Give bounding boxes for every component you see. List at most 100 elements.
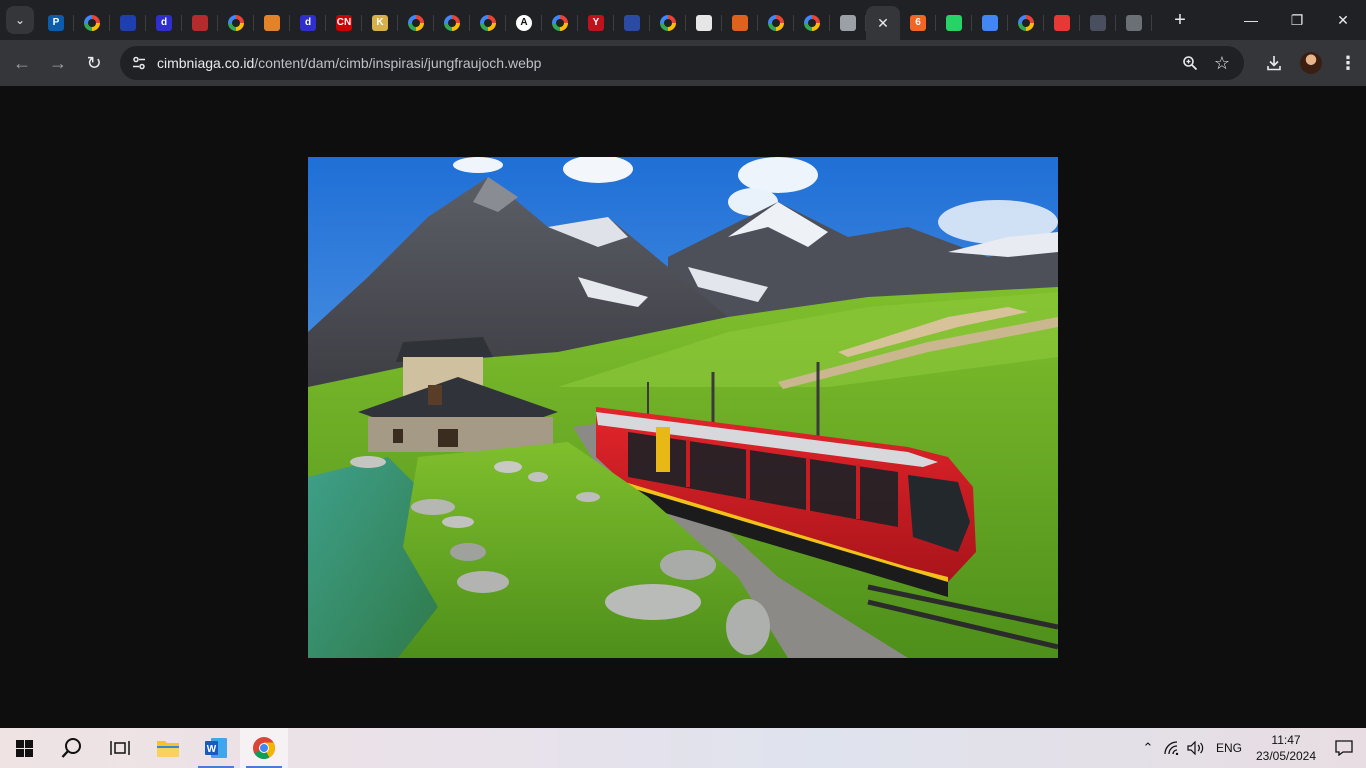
url-text[interactable]: cimbniaga.co.id/content/dam/cimb/inspira…: [157, 55, 541, 71]
more-vert-icon: ⋮: [1339, 52, 1357, 73]
chevron-down-icon: ⌄: [14, 13, 26, 27]
start-button[interactable]: [0, 728, 48, 768]
tab-active[interactable]: ✕: [866, 6, 900, 40]
google-icon: [768, 15, 784, 31]
tab[interactable]: K: [362, 6, 398, 40]
tab[interactable]: [1080, 6, 1116, 40]
clock[interactable]: 11:47 23/05/2024: [1250, 732, 1322, 764]
tab[interactable]: [722, 6, 758, 40]
arrow-right-icon: →: [49, 52, 67, 73]
site-info-button[interactable]: [124, 55, 154, 71]
tab-list: Pd d CN K A Y ✕ 6: [38, 0, 1152, 40]
reload-button[interactable]: ↻: [76, 45, 112, 81]
restore-button[interactable]: ❐: [1274, 0, 1320, 40]
close-icon: ✕: [1337, 11, 1349, 28]
tab[interactable]: [650, 6, 686, 40]
tab[interactable]: [218, 6, 254, 40]
address-bar[interactable]: cimbniaga.co.id/content/dam/cimb/inspira…: [120, 46, 1244, 80]
minimize-button[interactable]: —: [1228, 0, 1274, 40]
forward-button[interactable]: →: [40, 45, 76, 81]
tab[interactable]: d: [146, 6, 182, 40]
globe-icon: [1126, 15, 1142, 31]
input-language[interactable]: ENG: [1216, 741, 1242, 755]
tab[interactable]: [686, 6, 722, 40]
tab[interactable]: [972, 6, 1008, 40]
downloads-button[interactable]: [1256, 45, 1292, 81]
reload-icon: ↻: [86, 52, 102, 73]
tab[interactable]: d: [290, 6, 326, 40]
google-icon: [1018, 15, 1034, 31]
window-controls: — ❐ ✕: [1228, 0, 1366, 40]
wifi-icon: [1164, 741, 1179, 755]
tab[interactable]: [110, 6, 146, 40]
plus-icon: +: [1174, 8, 1186, 31]
cnn-icon: CN: [336, 15, 352, 31]
tab[interactable]: CN: [326, 6, 362, 40]
file-explorer-button[interactable]: [144, 728, 192, 768]
menu-button[interactable]: ⋮: [1330, 45, 1366, 81]
star-icon: ☆: [1213, 52, 1231, 73]
tab[interactable]: A: [506, 6, 542, 40]
chart-icon: [1090, 15, 1106, 31]
show-hidden-icons-button[interactable]: ⌃: [1136, 728, 1160, 768]
download-icon: [1267, 56, 1281, 71]
profile-avatar[interactable]: [1300, 52, 1322, 74]
building-icon: [624, 15, 640, 31]
tab[interactable]: [1044, 6, 1080, 40]
mountain-train-photo: [308, 157, 1058, 658]
chevron-up-icon: ⌃: [1142, 740, 1154, 755]
search-button[interactable]: [48, 728, 96, 768]
tab[interactable]: [1008, 6, 1044, 40]
windows-taskbar: W ⌃ ENG 11:47 23/05/2024: [0, 728, 1366, 768]
task-view-button[interactable]: [96, 728, 144, 768]
tune-icon: [133, 56, 145, 70]
back-button[interactable]: ←: [4, 45, 40, 81]
new-tab-button[interactable]: +: [1166, 9, 1194, 32]
tab[interactable]: [74, 6, 110, 40]
bookmark-button[interactable]: ☆: [1206, 47, 1238, 79]
jungfraujoch-image[interactable]: [308, 157, 1058, 658]
notifications-button[interactable]: [1322, 728, 1366, 768]
tab[interactable]: [542, 6, 578, 40]
tab[interactable]: [182, 6, 218, 40]
tab[interactable]: [1116, 6, 1152, 40]
close-window-button[interactable]: ✕: [1320, 0, 1366, 40]
network-button[interactable]: [1160, 728, 1184, 768]
minimize-icon: —: [1244, 12, 1258, 28]
volume-button[interactable]: [1184, 728, 1208, 768]
google-icon: [660, 15, 676, 31]
word-button[interactable]: W: [192, 728, 240, 768]
google-icon: [804, 15, 820, 31]
search-icon: [61, 738, 81, 758]
tab[interactable]: [830, 6, 866, 40]
system-tray: ⌃ ENG 11:47 23/05/2024: [1136, 728, 1366, 768]
tab-search-button[interactable]: ⌄: [6, 6, 34, 34]
tab[interactable]: [614, 6, 650, 40]
refresh-loop-icon: [840, 15, 856, 31]
pdf-icon: [1054, 15, 1070, 31]
whatsapp-icon: [946, 15, 962, 31]
svg-text:W: W: [207, 744, 217, 755]
tab[interactable]: P: [38, 6, 74, 40]
tab[interactable]: [470, 6, 506, 40]
url-path: /content/dam/cimb/inspirasi/jungfraujoch…: [254, 55, 542, 71]
google-icon: [408, 15, 424, 31]
circle-a-icon: A: [516, 15, 532, 31]
photo-icon: [264, 15, 280, 31]
zoom-button[interactable]: [1174, 47, 1206, 79]
tab[interactable]: [254, 6, 290, 40]
tab[interactable]: 6: [900, 6, 936, 40]
tab[interactable]: [434, 6, 470, 40]
clock-time: 11:47: [1271, 733, 1301, 747]
google-icon: [228, 15, 244, 31]
chrome-button[interactable]: [240, 728, 288, 768]
tab[interactable]: [758, 6, 794, 40]
close-icon[interactable]: ✕: [877, 15, 889, 32]
docs-icon: [982, 15, 998, 31]
tab[interactable]: [398, 6, 434, 40]
tab-strip: ⌄ Pd d CN K A Y ✕ 6 + — ❐ ✕: [0, 0, 1366, 40]
tab[interactable]: [936, 6, 972, 40]
tab[interactable]: [794, 6, 830, 40]
tab[interactable]: Y: [578, 6, 614, 40]
arrow-left-icon: ←: [13, 52, 31, 73]
